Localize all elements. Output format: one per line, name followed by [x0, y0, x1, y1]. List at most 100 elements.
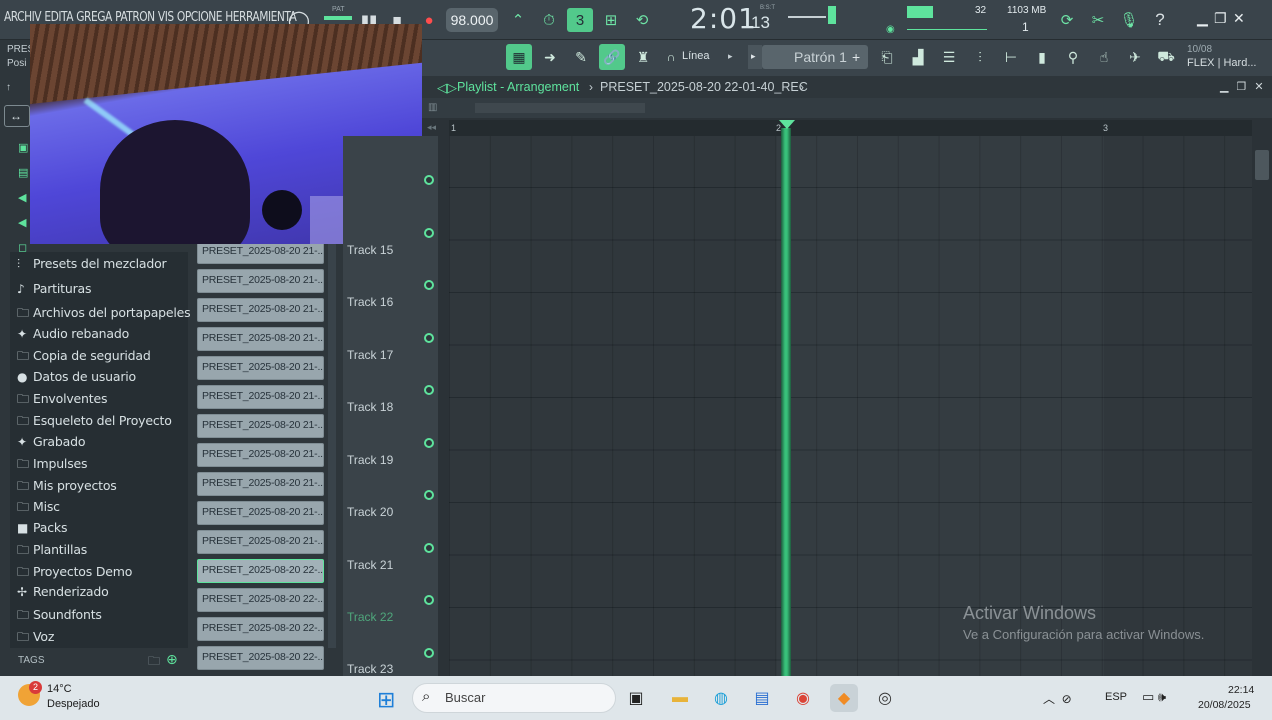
track-name-active[interactable]: Track 22 — [347, 610, 393, 624]
browser-item-impulses[interactable]: 🗀 Impulses — [17, 455, 88, 475]
snap-select[interactable]: Línea — [682, 50, 710, 62]
restore-icon[interactable]: ❐ — [1214, 10, 1227, 27]
playlist-icon[interactable]: ⎗ — [874, 44, 900, 70]
browser-filter-icon[interactable]: ↔ — [4, 105, 30, 127]
clip-item-selected[interactable]: PRESET_2025-08-20 22-... — [197, 559, 324, 583]
microphone-icon[interactable]: 🎙 — [1116, 8, 1142, 32]
tools-icon[interactable]: ✂ — [1085, 8, 1111, 32]
browser-item-mis-proyectos[interactable]: 🗀 Mis proyectos — [17, 477, 117, 497]
weather-temperature[interactable]: 14°C — [47, 683, 72, 695]
taskbar-search-input[interactable] — [412, 683, 616, 713]
taskbar-date[interactable]: 20/08/2025 — [1198, 699, 1251, 711]
chrome-icon[interactable]: ◉ — [789, 684, 817, 712]
browser-item-packs[interactable]: ■ Packs — [17, 520, 67, 540]
menu-opciones[interactable]: OPCIONE — [177, 10, 223, 25]
system-tray-icons[interactable]: ︿ ⊘ — [1043, 690, 1072, 707]
tag-folder-icon[interactable]: 🗀 — [148, 652, 160, 673]
track-mute-toggle[interactable] — [424, 543, 434, 553]
scrollbar-thumb[interactable] — [1255, 150, 1269, 180]
bird-icon[interactable]: ✈ — [1122, 44, 1148, 70]
clip-item[interactable]: PRESET_2025-08-20 21-... — [197, 530, 324, 554]
fl-studio-icon[interactable]: ◆ — [830, 684, 858, 712]
browser-item-esqueleto[interactable]: 🗀 Esqueleto del Proyecto — [17, 412, 172, 432]
clip-item[interactable]: PRESET_2025-08-20 21-... — [197, 414, 324, 438]
pattern-prev-icon[interactable]: ▸ — [748, 45, 762, 69]
browser-item-renderizado[interactable]: ✢ Renderizado — [17, 584, 109, 604]
track-name[interactable]: Track 21 — [347, 558, 393, 572]
link-icon[interactable]: 🔗 — [599, 44, 625, 70]
track-name[interactable]: Track 23 — [347, 662, 393, 676]
browser-item-misc[interactable]: 🗀 Misc — [17, 498, 60, 518]
track-name[interactable]: Track 18 — [347, 400, 393, 414]
clip-item[interactable]: PRESET_2025-08-20 21-... — [197, 327, 324, 351]
playlist-window-buttons[interactable]: ▁❐✕ — [1220, 80, 1272, 93]
browser-item-copia-seguridad[interactable]: 🗀 Copia de seguridad — [17, 347, 151, 367]
menu-archivo[interactable]: ARCHIV — [4, 10, 42, 25]
track-mute-toggle[interactable] — [424, 595, 434, 605]
task-view-icon[interactable]: ▣ — [622, 684, 650, 712]
edge-icon[interactable]: ◍ — [707, 684, 735, 712]
browser-item-portapapeles[interactable]: 🗀 Archivos del portapapeles — [17, 304, 191, 324]
clip-item[interactable]: PRESET_2025-08-20 22-... — [197, 588, 324, 612]
browser-up-icon[interactable]: ↑ — [6, 82, 11, 93]
mixer-view-icon[interactable]: ▟ — [905, 44, 931, 70]
track-mute-toggle[interactable] — [424, 490, 434, 500]
loop-record-icon[interactable]: ⟲ — [629, 8, 655, 32]
browser-item-envolventes[interactable]: 🗀 Envolventes — [17, 390, 107, 410]
track-mute-toggle[interactable] — [424, 280, 434, 290]
stamp-icon[interactable]: ♜ — [630, 44, 656, 70]
mixer-sliders-icon[interactable]: ⫶ — [967, 44, 993, 70]
speaker-icon[interactable]: ◁▷ — [437, 80, 457, 96]
clip-item[interactable]: PRESET_2025-08-20 21-... — [197, 356, 324, 380]
track-mute-toggle[interactable] — [424, 175, 434, 185]
track-mute-toggle[interactable] — [424, 385, 434, 395]
countdown-icon[interactable]: 3 — [567, 8, 593, 32]
pat-song-toggle[interactable] — [324, 16, 352, 20]
clip-item[interactable]: PRESET_2025-08-20 22-... — [197, 646, 324, 670]
refresh-icon[interactable]: ⟳ — [1054, 8, 1080, 32]
language-indicator[interactable]: ESP — [1105, 691, 1127, 703]
eye-icon[interactable]: ◉ — [886, 24, 895, 35]
menu-vista[interactable]: VIS — [158, 10, 174, 25]
playhead-marker-icon[interactable] — [779, 120, 795, 129]
menu-patrones[interactable]: PATRON — [115, 10, 155, 25]
snap-arrow-icon[interactable]: ▸ — [728, 51, 733, 62]
help-icon[interactable]: ? — [1147, 8, 1173, 32]
browser-item-plantillas[interactable]: 🗀 Plantillas — [17, 541, 87, 561]
file-explorer-icon[interactable]: ▬ — [666, 684, 694, 712]
taskbar-time[interactable]: 22:14 — [1228, 684, 1254, 696]
breadcrumb-arrow-icon[interactable]: › — [800, 80, 804, 94]
clip-item[interactable]: PRESET_2025-08-20 21-... — [197, 472, 324, 496]
track-name[interactable]: Track 20 — [347, 505, 393, 519]
arrow-right-icon[interactable]: ➜ — [537, 44, 563, 70]
add-pattern-icon[interactable]: + — [852, 49, 860, 65]
clip-item[interactable]: PRESET_2025-08-20 21-... — [197, 385, 324, 409]
playlist-vertical-scrollbar[interactable] — [1252, 136, 1272, 676]
timeline-ruler[interactable] — [449, 120, 1252, 136]
file-icon[interactable]: ▮ — [1029, 44, 1055, 70]
clip-item[interactable]: PRESET_2025-08-20 21-... — [197, 501, 324, 525]
plugin-icon[interactable]: ⚲ — [1060, 44, 1086, 70]
browser-item-voz[interactable]: 🗀 Voz — [17, 628, 54, 648]
piano-roll-icon[interactable]: ▦ — [506, 44, 532, 70]
browser-item-proyectos-demo[interactable]: 🗀 Proyectos Demo — [17, 563, 132, 583]
touch-icon[interactable]: ☝ — [1091, 44, 1117, 70]
obs-icon[interactable]: ◎ — [871, 684, 899, 712]
track-mute-toggle[interactable] — [424, 438, 434, 448]
master-volume-knob[interactable] — [828, 6, 836, 24]
step-edit-icon[interactable]: ⊞ — [598, 8, 624, 32]
track-mute-toggle[interactable] — [424, 333, 434, 343]
playhead[interactable] — [781, 128, 791, 676]
browser-item-grabado[interactable]: ✦ Grabado — [17, 434, 85, 454]
close-icon[interactable]: ✕ — [1233, 10, 1245, 27]
browser-item-audio-rebanado[interactable]: ✦ Audio rebanado — [17, 326, 129, 346]
store-icon[interactable]: ▤ — [748, 684, 776, 712]
master-volume-slider[interactable] — [788, 16, 826, 18]
metronome-icon[interactable]: ⌃ — [505, 8, 531, 32]
windows-start-icon[interactable]: ⊞ — [377, 687, 395, 713]
channel-rack-icon[interactable]: ☰ — [936, 44, 962, 70]
wait-input-icon[interactable]: ⏱ — [536, 8, 562, 32]
browser-item-partituras[interactable]: ♪ Partituras — [17, 281, 91, 301]
clip-list-scrollbar[interactable] — [328, 244, 336, 648]
network-volume-icons[interactable]: ▭ 🕪 — [1142, 689, 1166, 705]
